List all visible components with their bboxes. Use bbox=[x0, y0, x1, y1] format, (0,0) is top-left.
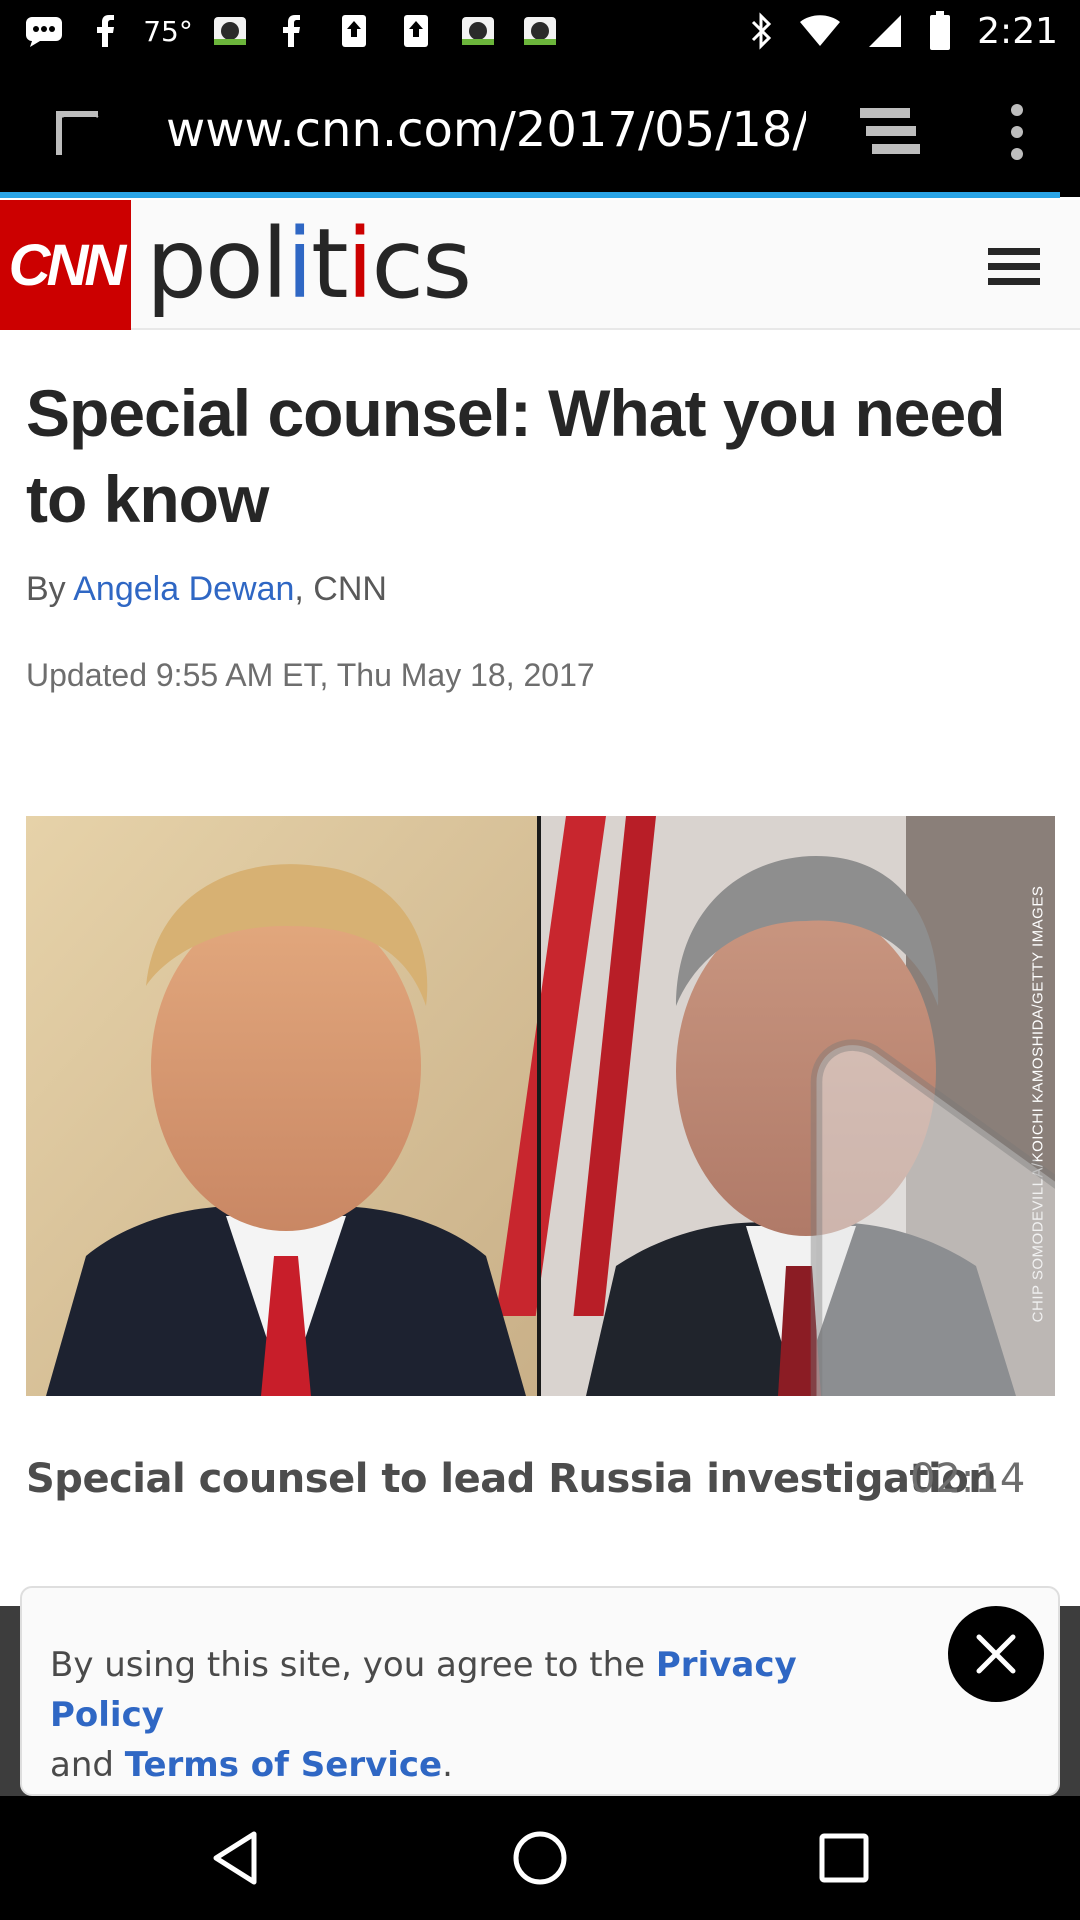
soccer-app-icon bbox=[518, 13, 562, 49]
upload-icon bbox=[332, 13, 376, 49]
facebook-icon bbox=[84, 13, 128, 49]
signal-icon bbox=[869, 15, 902, 47]
byline-prefix: By bbox=[26, 570, 74, 608]
byline: By Angela Dewan, CNN bbox=[26, 570, 387, 609]
hamburger-menu-icon[interactable] bbox=[986, 246, 1042, 288]
byline-suffix: , CNN bbox=[294, 570, 387, 608]
consent-banner: By using this site, you agree to the Pri… bbox=[20, 1586, 1060, 1796]
consent-text: By using this site, you agree to the Pri… bbox=[50, 1640, 910, 1790]
reader-mode-icon[interactable] bbox=[858, 104, 922, 160]
section-title-part: pol bbox=[146, 208, 288, 320]
close-banner-button[interactable] bbox=[948, 1606, 1044, 1702]
status-bar: 75° 2:21 bbox=[0, 0, 1080, 62]
terms-of-service-link[interactable]: Terms of Service bbox=[125, 1745, 442, 1785]
section-title-part: cs bbox=[371, 208, 472, 320]
home-tab-icon[interactable] bbox=[52, 107, 102, 157]
home-icon[interactable] bbox=[508, 1826, 572, 1890]
messaging-icon bbox=[22, 13, 66, 49]
close-icon bbox=[976, 1634, 1016, 1674]
cnn-logo[interactable]: CNN bbox=[0, 200, 131, 330]
consent-text-part: and bbox=[50, 1745, 125, 1785]
battery-icon bbox=[930, 11, 951, 50]
notification-icons: 75° bbox=[0, 13, 562, 49]
video-player[interactable]: CHIP SOMODEVILLA/KOICHI KAMOSHIDA/GETTY … bbox=[26, 816, 1055, 1396]
upload-icon bbox=[394, 13, 438, 49]
section-title-part: i bbox=[286, 208, 313, 320]
navigation-bar bbox=[0, 1796, 1080, 1920]
play-icon[interactable] bbox=[476, 1028, 1055, 1396]
author-link[interactable]: Angela Dewan bbox=[73, 570, 294, 608]
bluetooth-icon bbox=[752, 12, 772, 50]
back-icon[interactable] bbox=[204, 1826, 268, 1890]
section-title-part: i bbox=[346, 208, 374, 320]
soccer-app-icon bbox=[208, 13, 252, 49]
temperature-text: 75° bbox=[143, 14, 193, 48]
video-duration: 02:14 bbox=[910, 1456, 1026, 1502]
more-options-icon[interactable] bbox=[1000, 102, 1034, 162]
soccer-app-icon bbox=[456, 13, 500, 49]
section-title-part: t bbox=[311, 208, 349, 320]
weather-icon: 75° bbox=[143, 13, 193, 49]
video-caption[interactable]: Special counsel to lead Russia investiga… bbox=[26, 1456, 997, 1502]
url-bar[interactable]: www.cnn.com/2017/05/18/politics/special-… bbox=[166, 100, 806, 160]
consent-text-part: . bbox=[442, 1745, 453, 1785]
article-headline: Special counsel: What you need to know bbox=[26, 376, 1006, 536]
site-header: CNN politics bbox=[0, 200, 1080, 330]
browser-toolbar: www.cnn.com/2017/05/18/politics/special-… bbox=[0, 62, 1080, 197]
facebook-icon bbox=[270, 13, 314, 49]
cnn-logo-text: CNN bbox=[8, 232, 127, 298]
consent-text-part: By using this site, you agree to the bbox=[50, 1645, 656, 1685]
page-load-progress bbox=[0, 192, 1060, 198]
clock: 2:21 bbox=[977, 10, 1058, 52]
wifi-icon bbox=[800, 15, 841, 46]
updated-timestamp: Updated 9:55 AM ET, Thu May 18, 2017 bbox=[26, 657, 595, 693]
recent-apps-icon[interactable] bbox=[812, 1826, 876, 1890]
system-status: 2:21 bbox=[749, 0, 1058, 62]
section-title[interactable]: politics bbox=[146, 208, 472, 320]
